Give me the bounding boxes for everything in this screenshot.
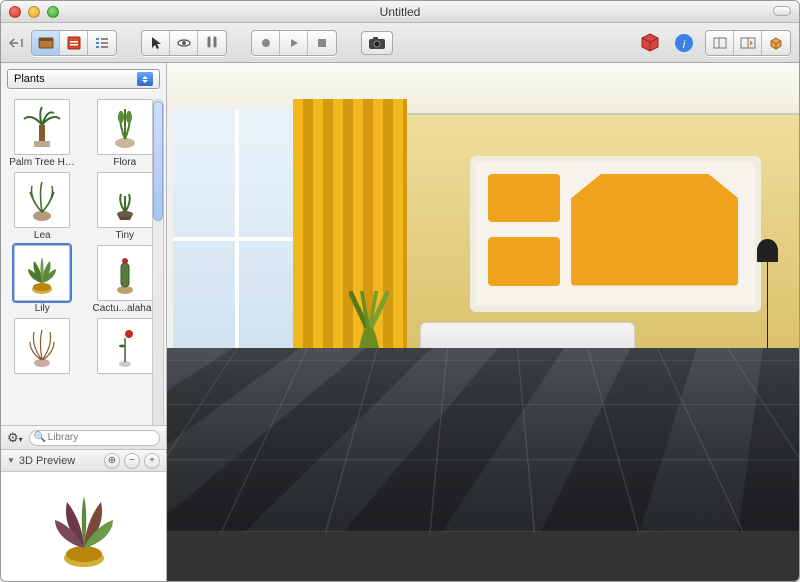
library-item-lily[interactable]: Lily xyxy=(3,245,82,314)
library-item-grass[interactable] xyxy=(3,318,82,376)
gear-icon[interactable]: ⚙▾ xyxy=(7,430,23,446)
scene-shelf-niche xyxy=(571,174,738,286)
scene xyxy=(167,63,799,581)
lea-icon xyxy=(22,178,62,222)
orbit-tool-button[interactable] xyxy=(170,31,198,55)
library-item-palm-tree-high[interactable]: Palm Tree High xyxy=(3,99,82,168)
view-2d-icon xyxy=(712,36,728,50)
zoom-in-button[interactable]: + xyxy=(144,453,160,469)
view-mode-group xyxy=(705,30,791,56)
window-title: Untitled xyxy=(380,5,421,19)
library-item-lea[interactable]: Lea xyxy=(3,172,82,241)
close-window-button[interactable] xyxy=(9,6,21,18)
pointer-tool-button[interactable] xyxy=(142,31,170,55)
disclosure-triangle-icon: ▼ xyxy=(7,456,15,465)
library-item-label: Tiny xyxy=(115,230,134,241)
lily-icon xyxy=(22,251,62,295)
preview-header-bar[interactable]: ▼ 3D Preview ⊕ − + xyxy=(1,449,166,471)
library-search-input[interactable] xyxy=(29,430,160,446)
library-item-label: Lily xyxy=(35,303,50,314)
view-split-icon xyxy=(740,36,756,50)
expand-icon[interactable] xyxy=(9,31,23,55)
play-icon xyxy=(288,37,300,49)
category-dropdown-label: Plants xyxy=(14,73,45,85)
view-split-button[interactable] xyxy=(734,31,762,55)
main-body: Plants Palm Tree High Flora Lea xyxy=(1,63,799,581)
view-2d-button[interactable] xyxy=(706,31,734,55)
library-panel-button[interactable] xyxy=(32,31,60,55)
tiny-icon xyxy=(105,178,145,222)
grass-icon xyxy=(22,324,62,368)
app-window: Untitled xyxy=(0,0,800,582)
preview-3d-panel[interactable] xyxy=(1,471,166,581)
cactus-icon xyxy=(105,251,145,295)
library-item-label: Flora xyxy=(113,157,136,168)
library-sidebar: Plants Palm Tree High Flora Lea xyxy=(1,63,167,581)
zoom-out-button[interactable]: − xyxy=(124,453,140,469)
scene-window xyxy=(167,104,306,373)
scene-shelf-unit xyxy=(470,156,761,311)
info-icon: i xyxy=(673,32,695,54)
zoom-fit-button[interactable]: ⊕ xyxy=(104,453,120,469)
traffic-lights xyxy=(9,6,59,18)
library-footer-bar: ⚙▾ 🔍 xyxy=(1,425,166,449)
view-3d-button[interactable] xyxy=(762,31,790,55)
rose-icon xyxy=(105,324,145,368)
toolbar-toggle-button[interactable] xyxy=(773,6,791,16)
scene-shelf-niche xyxy=(488,237,560,286)
search-icon: 🔍 xyxy=(34,432,46,443)
toolbar: i xyxy=(1,23,799,63)
info-button[interactable]: i xyxy=(671,30,697,56)
zoom-window-button[interactable] xyxy=(47,6,59,18)
palm-icon xyxy=(22,105,62,149)
library-search: 🔍 xyxy=(29,430,160,446)
preview-plant-icon xyxy=(39,482,129,572)
navigation-tool-group xyxy=(141,30,227,56)
snapshot-button[interactable] xyxy=(361,31,393,55)
camera-icon xyxy=(368,36,386,50)
orbit-icon xyxy=(176,36,192,50)
library-item-label: Lea xyxy=(34,230,51,241)
render-control-group xyxy=(251,30,337,56)
record-icon xyxy=(260,37,272,49)
record-button[interactable] xyxy=(252,31,280,55)
view-3d-icon xyxy=(768,36,784,50)
walk-tool-button[interactable] xyxy=(198,31,226,55)
stop-button[interactable] xyxy=(308,31,336,55)
library-item-label: Cactu...alahari xyxy=(93,303,157,314)
flora-icon xyxy=(105,105,145,149)
category-dropdown[interactable]: Plants xyxy=(7,69,160,89)
stop-icon xyxy=(316,37,328,49)
library-item-label: Palm Tree High xyxy=(9,157,75,168)
library-grid: Palm Tree High Flora Lea Tiny Lily xyxy=(1,95,166,425)
scene-floor xyxy=(167,348,799,532)
minimize-window-button[interactable] xyxy=(28,6,40,18)
scrollbar-thumb[interactable] xyxy=(153,101,163,221)
preview-label: 3D Preview xyxy=(19,455,75,467)
inspector-panel-button[interactable] xyxy=(60,31,88,55)
package-button[interactable] xyxy=(637,30,663,56)
viewport-3d[interactable] xyxy=(167,63,799,581)
pointer-icon xyxy=(150,36,162,50)
titlebar: Untitled xyxy=(1,1,799,23)
package-icon xyxy=(639,32,661,54)
scene-shelf-niche xyxy=(488,174,560,223)
panel-toggle-group xyxy=(31,30,117,56)
play-button[interactable] xyxy=(280,31,308,55)
list-panel-button[interactable] xyxy=(88,31,116,55)
dropdown-arrows-icon xyxy=(137,72,153,86)
walk-icon xyxy=(205,36,219,50)
